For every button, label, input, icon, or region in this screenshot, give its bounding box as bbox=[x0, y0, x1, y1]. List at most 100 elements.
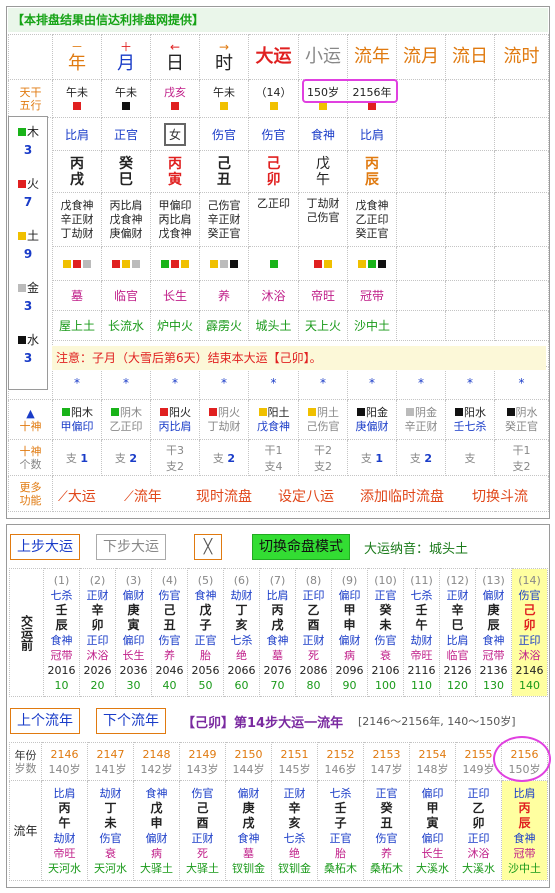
tianjia-link[interactable]: 添加临时流盘 bbox=[360, 488, 444, 506]
dayun-col[interactable]: (2) 正财辛卯正印 沐浴 2026 20 bbox=[79, 568, 116, 697]
tgwx-day: 戌亥 bbox=[150, 79, 200, 118]
dayun-col[interactable]: (11) 七杀壬午劫财 帝旺 2116 110 bbox=[403, 568, 440, 697]
jiaoyun-label: 交运前 bbox=[9, 568, 44, 697]
liunian-col[interactable]: 正印乙卯正印 沐浴 大溪水 bbox=[455, 780, 502, 881]
dayun-col[interactable]: (7) 比肩丙戌食神墓 2076 70 bbox=[259, 568, 296, 697]
star: * bbox=[150, 366, 200, 400]
tg-bing: 阳火 丙比肩 bbox=[150, 399, 200, 440]
wx-huo: 火 bbox=[9, 175, 47, 193]
wx-tu: 土 bbox=[9, 227, 47, 245]
next-liunian-button[interactable]: 下个流年 bbox=[96, 708, 166, 734]
dayun-col[interactable]: (12) 正财辛巳比肩 临官 2126 120 bbox=[439, 568, 476, 697]
col-liushi[interactable]: 流时 bbox=[494, 34, 549, 80]
tg-ding: 阴火 丁劫财 bbox=[199, 399, 249, 440]
count-ji: 干2 支2 bbox=[298, 439, 348, 476]
dayun-col[interactable]: (1) 七杀壬辰食神 冠带 2016 10 bbox=[43, 568, 80, 697]
star: * bbox=[445, 366, 495, 400]
year-cell[interactable]: 2152 146岁 bbox=[317, 742, 364, 781]
dayun-col[interactable]: (13) 偏财庚辰食神 冠带 2136 130 bbox=[475, 568, 512, 697]
liunian-col[interactable]: 比肩丙辰食神 冠带 沙中土 bbox=[501, 780, 548, 881]
liunian-col[interactable]: 劫财丁未伤官衰天河水 bbox=[87, 780, 134, 881]
liunian-col[interactable]: 比肩丙午劫财 帝旺 天河水 bbox=[41, 780, 88, 881]
tg-gui: 阴水 癸正官 bbox=[494, 399, 549, 440]
col-year[interactable]: －年 bbox=[52, 34, 102, 80]
liunian-link[interactable]: ⟋流年 bbox=[124, 488, 162, 506]
col-xiaoyun[interactable]: 小运 bbox=[298, 34, 348, 80]
label-more: 更多 功能 bbox=[8, 475, 53, 512]
color-xiaoyun bbox=[298, 246, 348, 281]
next-dayun-button[interactable]: 下步大运 bbox=[96, 534, 166, 560]
liunian-col[interactable]: 食神戊申偏财病大驿土 bbox=[133, 780, 180, 881]
col-day[interactable]: ← 日 bbox=[150, 34, 200, 80]
changsheng-month: 临官 bbox=[101, 280, 151, 311]
prev-liunian-button[interactable]: 上个流年 bbox=[10, 708, 80, 734]
count-jia: 支 1 bbox=[52, 439, 102, 476]
col-liuyue[interactable]: 流月 bbox=[396, 34, 446, 80]
switch-mode-button[interactable]: 切换命盘模式 bbox=[252, 534, 350, 560]
liunian-col[interactable]: 正财辛亥七杀绝钗钏金 bbox=[271, 780, 318, 881]
prev-dayun-button[interactable]: 上步大运 bbox=[10, 534, 80, 560]
dayun-col[interactable]: (4) 伤官己丑伤官养 2046 40 bbox=[151, 568, 188, 697]
close-button[interactable]: ╳ bbox=[194, 534, 222, 560]
count-ren: 支 bbox=[445, 439, 495, 476]
year-cell[interactable]: 2151 145岁 bbox=[271, 742, 318, 781]
year-cell[interactable]: 2146 140岁 bbox=[41, 742, 88, 781]
liunian-col[interactable]: 正官癸丑伤官养桑柘木 bbox=[363, 780, 410, 881]
ganzhi-year: 丙戌 bbox=[52, 150, 102, 193]
changsheng-year: 墓 bbox=[52, 280, 102, 311]
year-cell[interactable]: 2147 141岁 bbox=[87, 742, 134, 781]
year-cell[interactable]: 2154 148岁 bbox=[409, 742, 456, 781]
xianzai-link[interactable]: 现时流盘 bbox=[196, 488, 252, 506]
canggan-day: 甲偏印 丙比肩 戊食神 bbox=[150, 192, 200, 247]
tg-jia: 阳木 甲偏印 bbox=[52, 399, 102, 440]
shishen-month: 正官 bbox=[101, 117, 151, 151]
liunian-label: 流年 bbox=[9, 780, 42, 881]
count-geng: 支 1 bbox=[347, 439, 397, 476]
liunian-col[interactable]: 偏印甲寅偏印 长生 大溪水 bbox=[409, 780, 456, 881]
col-hour[interactable]: → 时 bbox=[199, 34, 249, 80]
label-year-age: 年份 岁数 bbox=[9, 742, 42, 781]
tg-xin: 阴金 辛正财 bbox=[396, 399, 446, 440]
wx-jin-count: 3 bbox=[23, 299, 33, 313]
sheding-link[interactable]: 设定八运 bbox=[278, 488, 334, 506]
qiehuan-link[interactable]: 切换斗流 bbox=[472, 488, 528, 506]
dayun-col[interactable]: (3) 偏财庚寅偏印 长生 2036 30 bbox=[115, 568, 152, 697]
count-ding: 支 2 bbox=[199, 439, 249, 476]
tg-yi: 阴木 乙正印 bbox=[101, 399, 151, 440]
nayin-year: 屋上土 bbox=[52, 310, 102, 341]
year-cell[interactable]: 2149 143岁 bbox=[179, 742, 226, 781]
year-cell[interactable]: 2150 144岁 bbox=[225, 742, 272, 781]
canggan-liunian: 戊食神 乙正印 癸正官 bbox=[347, 192, 397, 247]
dayun-link[interactable]: ⟋大运 bbox=[58, 488, 96, 506]
dayun-col[interactable]: (8) 正印乙酉正财死 2086 80 bbox=[295, 568, 332, 697]
dayun-col[interactable]: (6) 劫财丁亥七杀绝 2066 60 bbox=[223, 568, 260, 697]
canggan-year: 戊食神 辛正财 丁劫财 bbox=[52, 192, 102, 247]
col-dayun[interactable]: 大运 bbox=[248, 34, 299, 80]
color-liunian bbox=[347, 246, 397, 281]
dayun-col[interactable]: (9) 偏印甲申偏财病 2096 90 bbox=[331, 568, 368, 697]
star: * bbox=[396, 366, 446, 400]
year-cell[interactable]: 2148 142岁 bbox=[133, 742, 180, 781]
liunian-col[interactable]: 七杀壬子正官胎桑柘木 bbox=[317, 780, 364, 881]
color-dayun bbox=[248, 246, 299, 281]
wx-mu: 木 bbox=[9, 123, 47, 141]
dayun-col[interactable]: (14) 伤官己卯正印 沐浴 2146 140 bbox=[511, 568, 548, 697]
count-bing: 干3 支2 bbox=[150, 439, 200, 476]
year-cell[interactable]: 2153 147岁 bbox=[363, 742, 410, 781]
star: * bbox=[52, 366, 102, 400]
highlight-box bbox=[302, 79, 398, 103]
col-liuri[interactable]: 流日 bbox=[445, 34, 495, 80]
liunian-col[interactable]: 伤官己酉正财死大驿土 bbox=[179, 780, 226, 881]
label-count: 十神 个数 bbox=[8, 439, 53, 476]
tgwx-dayun: （14） bbox=[248, 79, 299, 118]
col-month[interactable]: ＋月 bbox=[101, 34, 151, 80]
changsheng-dayun: 沐浴 bbox=[248, 280, 299, 311]
count-wu: 干1 支4 bbox=[248, 439, 299, 476]
nayin-xiaoyun: 天上火 bbox=[298, 310, 348, 341]
liunian-col[interactable]: 偏财庚戌食神墓钗钏金 bbox=[225, 780, 272, 881]
dayun-col[interactable]: (10) 正官癸未伤官衰 2106 100 bbox=[367, 568, 404, 697]
dayun-col[interactable]: (5) 食神戊子正官胎 2056 50 bbox=[187, 568, 224, 697]
dayun-nayin: 大运纳音：城头土 bbox=[364, 542, 469, 557]
wx-huo-count: 7 bbox=[23, 195, 33, 209]
col-liunian[interactable]: 流年 bbox=[347, 34, 397, 80]
